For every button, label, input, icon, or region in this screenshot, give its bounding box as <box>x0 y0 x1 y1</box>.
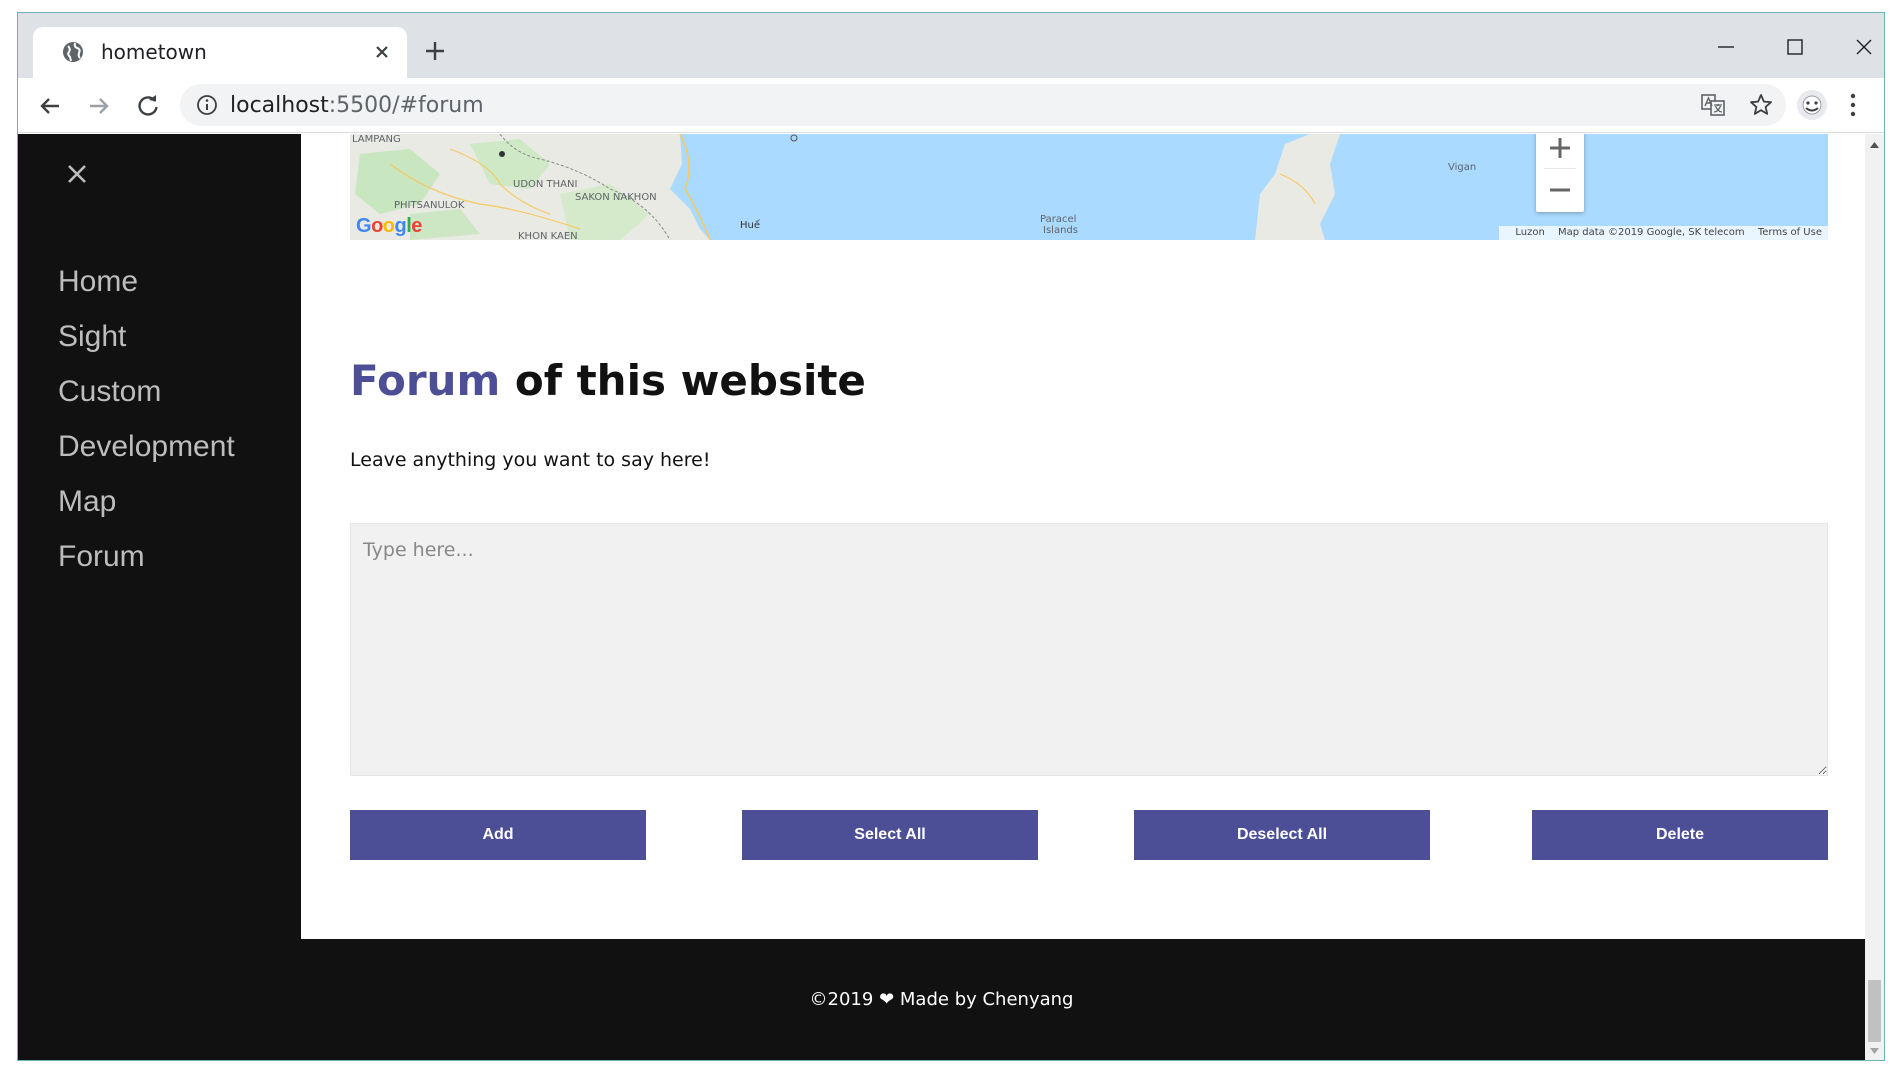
maximize-icon[interactable] <box>1775 27 1815 67</box>
url-host: localhost <box>230 93 329 118</box>
forum-title-rest: of this website <box>500 356 866 405</box>
minimize-icon[interactable] <box>1706 27 1746 67</box>
zoom-control <box>1536 134 1584 212</box>
browser-toolbar: localhost:5500/#forum <box>18 78 1884 133</box>
footer-text: ©2019 ❤ Made by Chenyang <box>18 989 1865 1010</box>
close-sidebar-icon[interactable] <box>63 160 91 188</box>
info-icon[interactable] <box>196 94 218 116</box>
map-label: Luzon <box>1515 227 1545 238</box>
vertical-scrollbar[interactable] <box>1865 134 1884 1060</box>
translate-icon[interactable] <box>1700 92 1726 118</box>
zoom-in-icon[interactable] <box>1536 134 1584 168</box>
map-credits: Luzon Map data ©2019 Google, SK telecom … <box>1499 226 1828 240</box>
sidebar-item-home[interactable]: Home <box>58 254 235 309</box>
tab-title: hometown <box>101 40 207 64</box>
globe-icon <box>63 42 83 62</box>
sidebar-item-map[interactable]: Map <box>58 474 235 529</box>
star-icon[interactable] <box>1748 92 1774 118</box>
browser-tab[interactable]: hometown <box>33 27 407 78</box>
footer: ©2019 ❤ Made by Chenyang <box>18 939 1865 1060</box>
map-label: Huế <box>740 220 761 231</box>
map-label: Islands <box>1043 225 1078 236</box>
forum-intro: Leave anything you want to say here! <box>350 449 711 471</box>
sidebar-nav: Home Sight Custom Development Map Forum <box>58 254 235 584</box>
message-textarea[interactable] <box>350 523 1828 776</box>
heart-icon: ❤ <box>879 989 895 1010</box>
sidebar-item-custom[interactable]: Custom <box>58 364 235 419</box>
url-path: :5500/#forum <box>328 93 484 118</box>
tab-strip: hometown <box>18 13 1884 78</box>
new-tab-icon[interactable] <box>423 39 447 63</box>
forward-arrow-icon[interactable] <box>85 92 113 120</box>
google-logo: Google <box>356 215 422 237</box>
add-button[interactable]: Add <box>350 810 646 860</box>
terms-of-use-link[interactable]: Terms of Use <box>1758 227 1822 238</box>
sidebar-item-forum[interactable]: Forum <box>58 529 235 584</box>
map-data-credit: Map data ©2019 Google, SK telecom <box>1557 227 1745 238</box>
select-all-button[interactable]: Select All <box>742 810 1038 860</box>
address-bar[interactable]: localhost:5500/#forum <box>180 84 1786 126</box>
deselect-all-button[interactable]: Deselect All <box>1134 810 1430 860</box>
scroll-up-arrow-icon[interactable] <box>1869 140 1880 150</box>
scroll-down-arrow-icon[interactable] <box>1869 1046 1880 1056</box>
footer-credit: Made by Chenyang <box>899 989 1074 1010</box>
map-label: UDON THANI <box>513 179 578 190</box>
google-map[interactable]: LAMPANG UDON THANI SAKON NAKHON PHITSANU… <box>350 134 1828 240</box>
map-label: Vigan <box>1448 162 1477 173</box>
back-arrow-icon[interactable] <box>36 92 64 120</box>
map-label: LAMPANG <box>352 134 401 145</box>
close-window-icon[interactable] <box>1844 27 1884 67</box>
page-viewport: Home Sight Custom Development Map Forum <box>18 134 1884 1060</box>
delete-button[interactable]: Delete <box>1532 810 1828 860</box>
map-label: KHON KAEN <box>518 231 578 240</box>
browser-window: hometown localhost:5500/#forum Home Sigh… <box>17 12 1885 1061</box>
copyright-year: ©2019 <box>809 989 874 1010</box>
map-label: SAKON NAKHON <box>575 192 657 203</box>
profile-avatar-icon[interactable] <box>1795 88 1829 122</box>
close-tab-icon[interactable] <box>371 41 393 63</box>
zoom-out-icon[interactable] <box>1536 168 1584 212</box>
main-content: LAMPANG UDON THANI SAKON NAKHON PHITSANU… <box>301 134 1865 939</box>
more-menu-icon[interactable] <box>1848 90 1858 120</box>
reload-icon[interactable] <box>134 92 162 120</box>
sidebar: Home Sight Custom Development Map Forum <box>18 134 301 939</box>
scrollbar-thumb[interactable] <box>1868 980 1881 1042</box>
url-text: localhost:5500/#forum <box>230 93 484 118</box>
sidebar-item-development[interactable]: Development <box>58 419 235 474</box>
map-label: Paracel <box>1040 214 1077 225</box>
forum-title: Forum of this website <box>350 356 866 405</box>
sidebar-item-sight[interactable]: Sight <box>58 309 235 364</box>
forum-title-accent: Forum <box>350 356 501 405</box>
map-label: PHITSANULOK <box>394 200 465 211</box>
